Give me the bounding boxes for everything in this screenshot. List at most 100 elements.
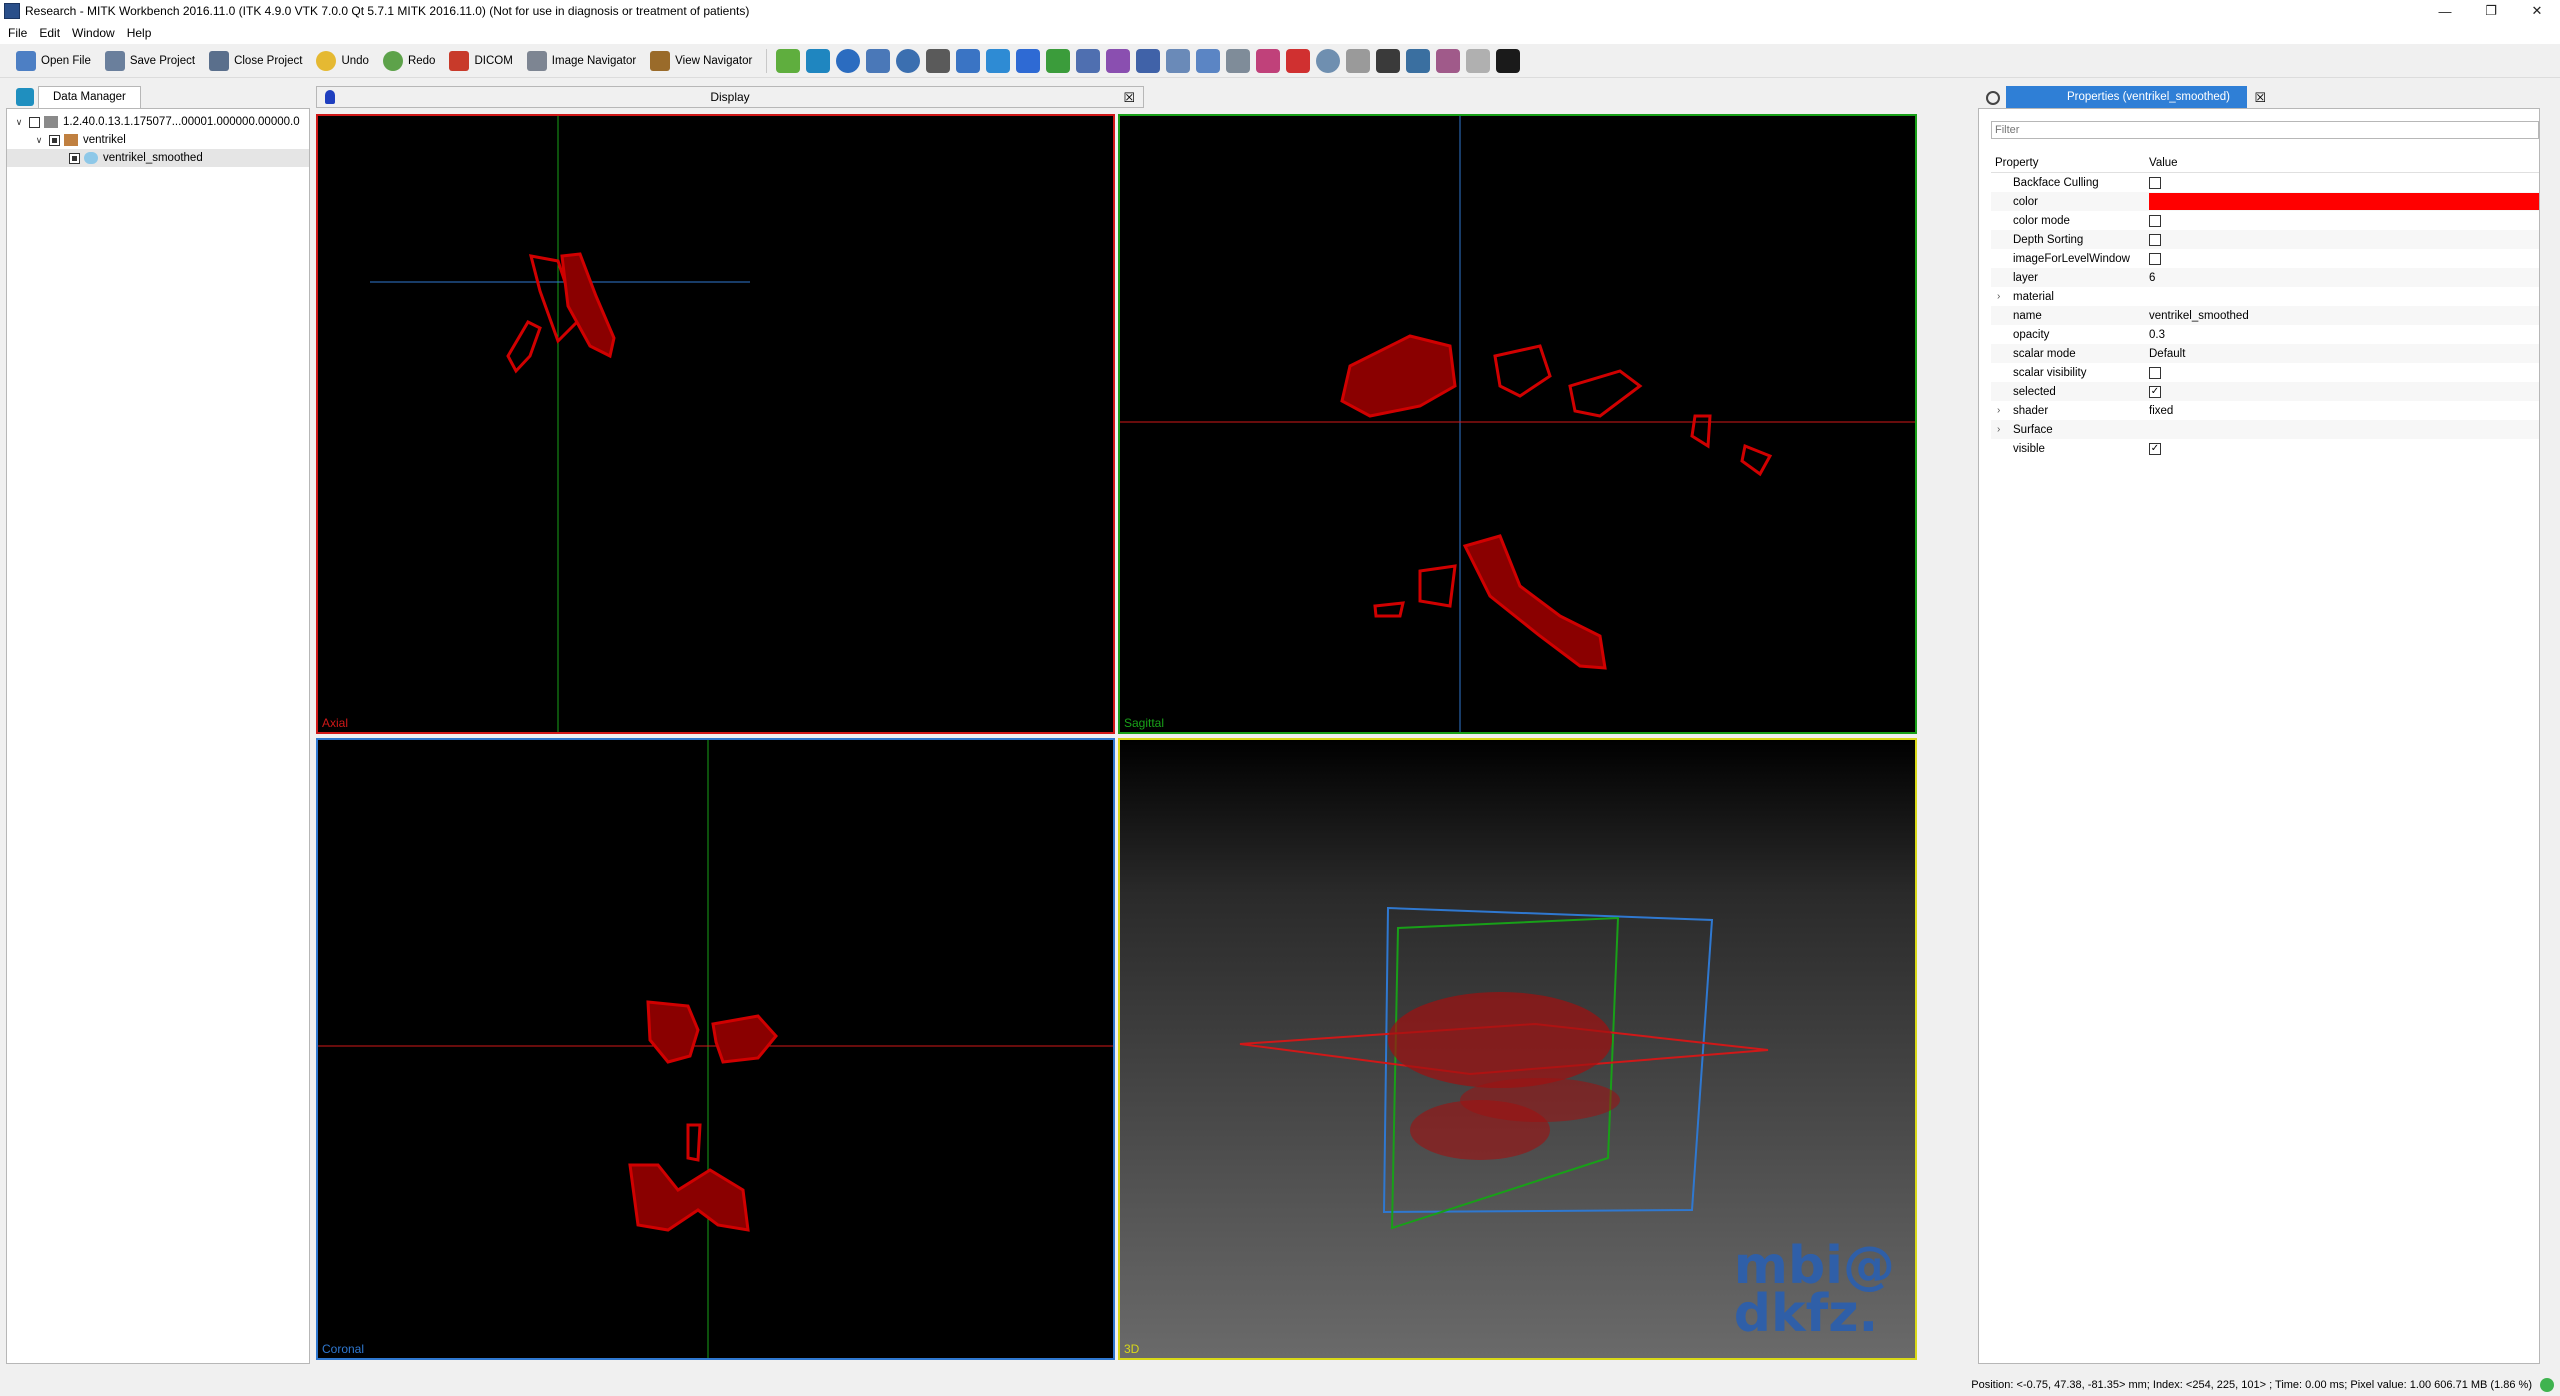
search-tool-icon[interactable] [1316, 48, 1341, 73]
properties-tab[interactable]: Properties (ventrikel_smoothed) ☒ [2006, 86, 2266, 108]
cluster-tool-icon[interactable] [1016, 48, 1041, 73]
chevron-down-icon[interactable]: ∨ [33, 135, 45, 146]
property-row-scalar-visibility[interactable]: scalar visibility [1991, 363, 2539, 382]
zoom-tool-icon[interactable] [956, 48, 981, 73]
data-manager-tool-icon[interactable] [806, 48, 831, 73]
statistics-tool-icon[interactable] [1256, 48, 1281, 73]
close-icon[interactable]: ✕ [2514, 0, 2560, 22]
property-value[interactable]: 0.3 [2147, 325, 2539, 344]
menu-help[interactable]: Help [123, 26, 160, 40]
chevron-right-icon[interactable]: › [1997, 424, 2000, 435]
close-icon[interactable]: ☒ [2254, 90, 2266, 106]
property-checkbox[interactable] [2149, 233, 2161, 246]
visibility-checkbox[interactable] [69, 152, 80, 164]
property-value[interactable]: ventrikel_smoothed [2147, 306, 2539, 325]
magnifier-tool-icon[interactable] [896, 48, 921, 73]
quantification-tool-icon[interactable] [1196, 48, 1221, 73]
undo-button[interactable]: Undo [310, 47, 375, 75]
property-row-color-mode[interactable]: color mode [1991, 211, 2539, 230]
sagittal-viewport[interactable]: Sagittal [1118, 114, 1917, 734]
property-value[interactable]: Default [2147, 344, 2539, 363]
property-checkbox[interactable] [2149, 252, 2161, 265]
save-project-button[interactable]: Save Project [99, 47, 201, 75]
tree-item-ventrikel[interactable]: ∨ ventrikel [7, 131, 309, 149]
chevron-right-icon[interactable]: › [1997, 405, 2000, 416]
visibility-checkbox[interactable] [29, 116, 40, 128]
column-value[interactable]: Value [2147, 153, 2539, 172]
help-tool-icon[interactable] [836, 48, 861, 73]
measurement-tool-icon[interactable] [866, 48, 891, 73]
menu-window[interactable]: Window [68, 26, 123, 40]
property-value[interactable] [2147, 363, 2539, 382]
python-tool-icon[interactable] [1496, 48, 1521, 73]
image-navigator-button[interactable]: Image Navigator [521, 47, 642, 75]
property-checkbox[interactable] [2149, 176, 2161, 189]
property-value[interactable] [2147, 230, 2539, 249]
registration-tool-icon[interactable] [926, 48, 951, 73]
odf-tool-icon[interactable] [1166, 48, 1191, 73]
dicom-button[interactable]: DICOM [443, 47, 518, 75]
property-value[interactable]: fixed [2147, 401, 2539, 420]
property-row-scalar-mode[interactable]: scalar mode Default [1991, 344, 2539, 363]
data-manager-tab[interactable]: Data Manager [38, 86, 141, 108]
simulation-tool-icon[interactable] [1406, 48, 1431, 73]
screenshot-tool-icon[interactable] [1226, 48, 1251, 73]
connectomics-tool-icon[interactable] [1136, 48, 1161, 73]
property-value[interactable] [2147, 173, 2539, 192]
property-row-shader[interactable]: › shader fixed [1991, 401, 2539, 420]
tree-item-ventrikel-smoothed[interactable]: ventrikel_smoothed [7, 149, 309, 167]
close-icon[interactable]: ☒ [1123, 90, 1135, 106]
property-value[interactable] [2147, 192, 2539, 211]
pin-icon[interactable] [325, 90, 335, 104]
close-project-button[interactable]: Close Project [203, 47, 308, 75]
fiber-tool-icon[interactable] [1076, 48, 1101, 73]
property-row-selected[interactable]: selected ✓ [1991, 382, 2539, 401]
histogram-tool-icon[interactable] [1436, 48, 1461, 73]
property-row-color[interactable]: color [1991, 192, 2539, 211]
property-value[interactable]: ✓ [2147, 439, 2539, 458]
view-navigator-button[interactable]: View Navigator [644, 47, 758, 75]
bar-chart-tool-icon[interactable] [1466, 48, 1491, 73]
property-checkbox[interactable] [2149, 366, 2161, 379]
property-row-opacity[interactable]: opacity 0.3 [1991, 325, 2539, 344]
redo-button[interactable]: Redo [377, 47, 442, 75]
pin-tool-icon[interactable] [1286, 48, 1311, 73]
axial-viewport[interactable]: Axial [316, 114, 1115, 734]
camera-tool-icon[interactable] [1376, 48, 1401, 73]
segmentation-tool-icon[interactable] [776, 48, 801, 73]
property-value[interactable] [2147, 287, 2539, 306]
property-row-visible[interactable]: visible ✓ [1991, 439, 2539, 458]
3d-viewport[interactable]: mbi@ dkfz. 3D [1118, 738, 1917, 1360]
menu-file[interactable]: File [4, 26, 35, 40]
property-value[interactable] [2147, 420, 2539, 439]
menu-edit[interactable]: Edit [35, 26, 68, 40]
minimize-icon[interactable]: — [2422, 0, 2468, 22]
chevron-right-icon[interactable]: › [1997, 291, 2000, 302]
coronal-viewport[interactable]: Coronal [316, 738, 1115, 1360]
property-row-material[interactable]: › material [1991, 287, 2539, 306]
property-row-name[interactable]: name ventrikel_smoothed [1991, 306, 2539, 325]
property-checkbox[interactable] [2149, 214, 2161, 227]
property-checkbox[interactable]: ✓ [2149, 385, 2161, 398]
open-file-button[interactable]: Open File [10, 47, 97, 75]
filter-input[interactable] [1991, 121, 2539, 139]
points-tool-icon[interactable] [986, 48, 1011, 73]
property-value[interactable] [2147, 211, 2539, 230]
chevron-down-icon[interactable]: ∨ [13, 117, 25, 128]
tree-item-dicom[interactable]: ∨ 1.2.40.0.13.1.175077...00001.000000.00… [7, 113, 309, 131]
property-value[interactable]: ✓ [2147, 382, 2539, 401]
visibility-checkbox[interactable] [49, 134, 60, 146]
property-row-backface-culling[interactable]: Backface Culling [1991, 173, 2539, 192]
color-swatch[interactable] [2149, 193, 2539, 210]
diffusion-tool-icon[interactable] [1046, 48, 1071, 73]
property-row-imageforlevelwindow[interactable]: imageForLevelWindow [1991, 249, 2539, 268]
property-row-depth-sorting[interactable]: Depth Sorting [1991, 230, 2539, 249]
property-checkbox[interactable]: ✓ [2149, 442, 2161, 455]
property-row-layer[interactable]: layer 6 [1991, 268, 2539, 287]
tractography-tool-icon[interactable] [1106, 48, 1131, 73]
hand-tool-icon[interactable] [1346, 48, 1371, 73]
property-row-surface[interactable]: › Surface [1991, 420, 2539, 439]
restore-icon[interactable]: ❐ [2468, 0, 2514, 22]
column-property[interactable]: Property [1991, 157, 2147, 169]
property-value[interactable]: 6 [2147, 268, 2539, 287]
